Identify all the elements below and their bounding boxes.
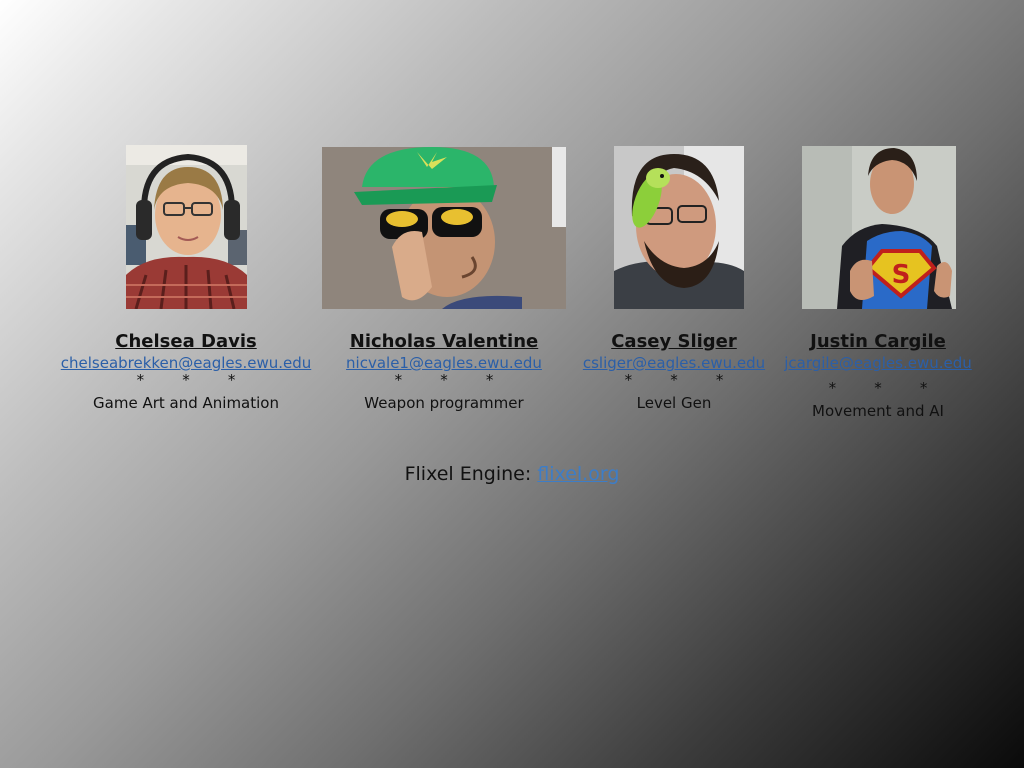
star-divider: * * * — [136, 371, 236, 389]
svg-text:S: S — [892, 260, 911, 290]
flixel-link[interactable]: flixel.org — [537, 463, 619, 485]
star-divider: * * * — [624, 371, 724, 389]
member-role: Game Art and Animation — [93, 394, 279, 412]
engine-label: Flixel Engine: — [404, 463, 538, 485]
member-name: Casey Sliger — [611, 331, 737, 352]
member-email-link[interactable]: jcargile@eagles.ewu.edu — [776, 353, 980, 373]
member-name: Nicholas Valentine — [349, 331, 539, 352]
justin-cargile-photo: S — [802, 146, 956, 309]
member-email-link[interactable]: csliger@eagles.ewu.edu — [576, 353, 772, 373]
team-member-card: Chelsea Davis chelseabrekken@eagles.ewu.… — [56, 331, 316, 413]
member-name: Justin Cargile — [810, 331, 946, 352]
nicholas-valentine-photo — [322, 147, 566, 309]
member-role: Movement and AI — [812, 402, 944, 420]
team-member-card: Casey Sliger csliger@eagles.ewu.edu * * … — [576, 331, 772, 413]
casey-sliger-photo — [614, 146, 744, 309]
team-member-card: Nicholas Valentine nicvale1@eagles.ewu.e… — [324, 331, 564, 413]
member-name: Chelsea Davis — [115, 331, 257, 352]
team-member-card: Justin Cargile jcargile@eagles.ewu.edu *… — [776, 331, 980, 421]
member-email-link[interactable]: nicvale1@eagles.ewu.edu — [324, 353, 564, 373]
member-email-link[interactable]: chelseabrekken@eagles.ewu.edu — [56, 353, 316, 373]
member-role: Weapon programmer — [364, 394, 524, 412]
star-divider: * * * — [828, 379, 928, 397]
member-role: Level Gen — [636, 394, 712, 412]
chelsea-davis-photo — [126, 145, 247, 309]
engine-credit: Flixel Engine: flixel.org — [0, 463, 1024, 485]
star-divider: * * * — [394, 371, 494, 389]
